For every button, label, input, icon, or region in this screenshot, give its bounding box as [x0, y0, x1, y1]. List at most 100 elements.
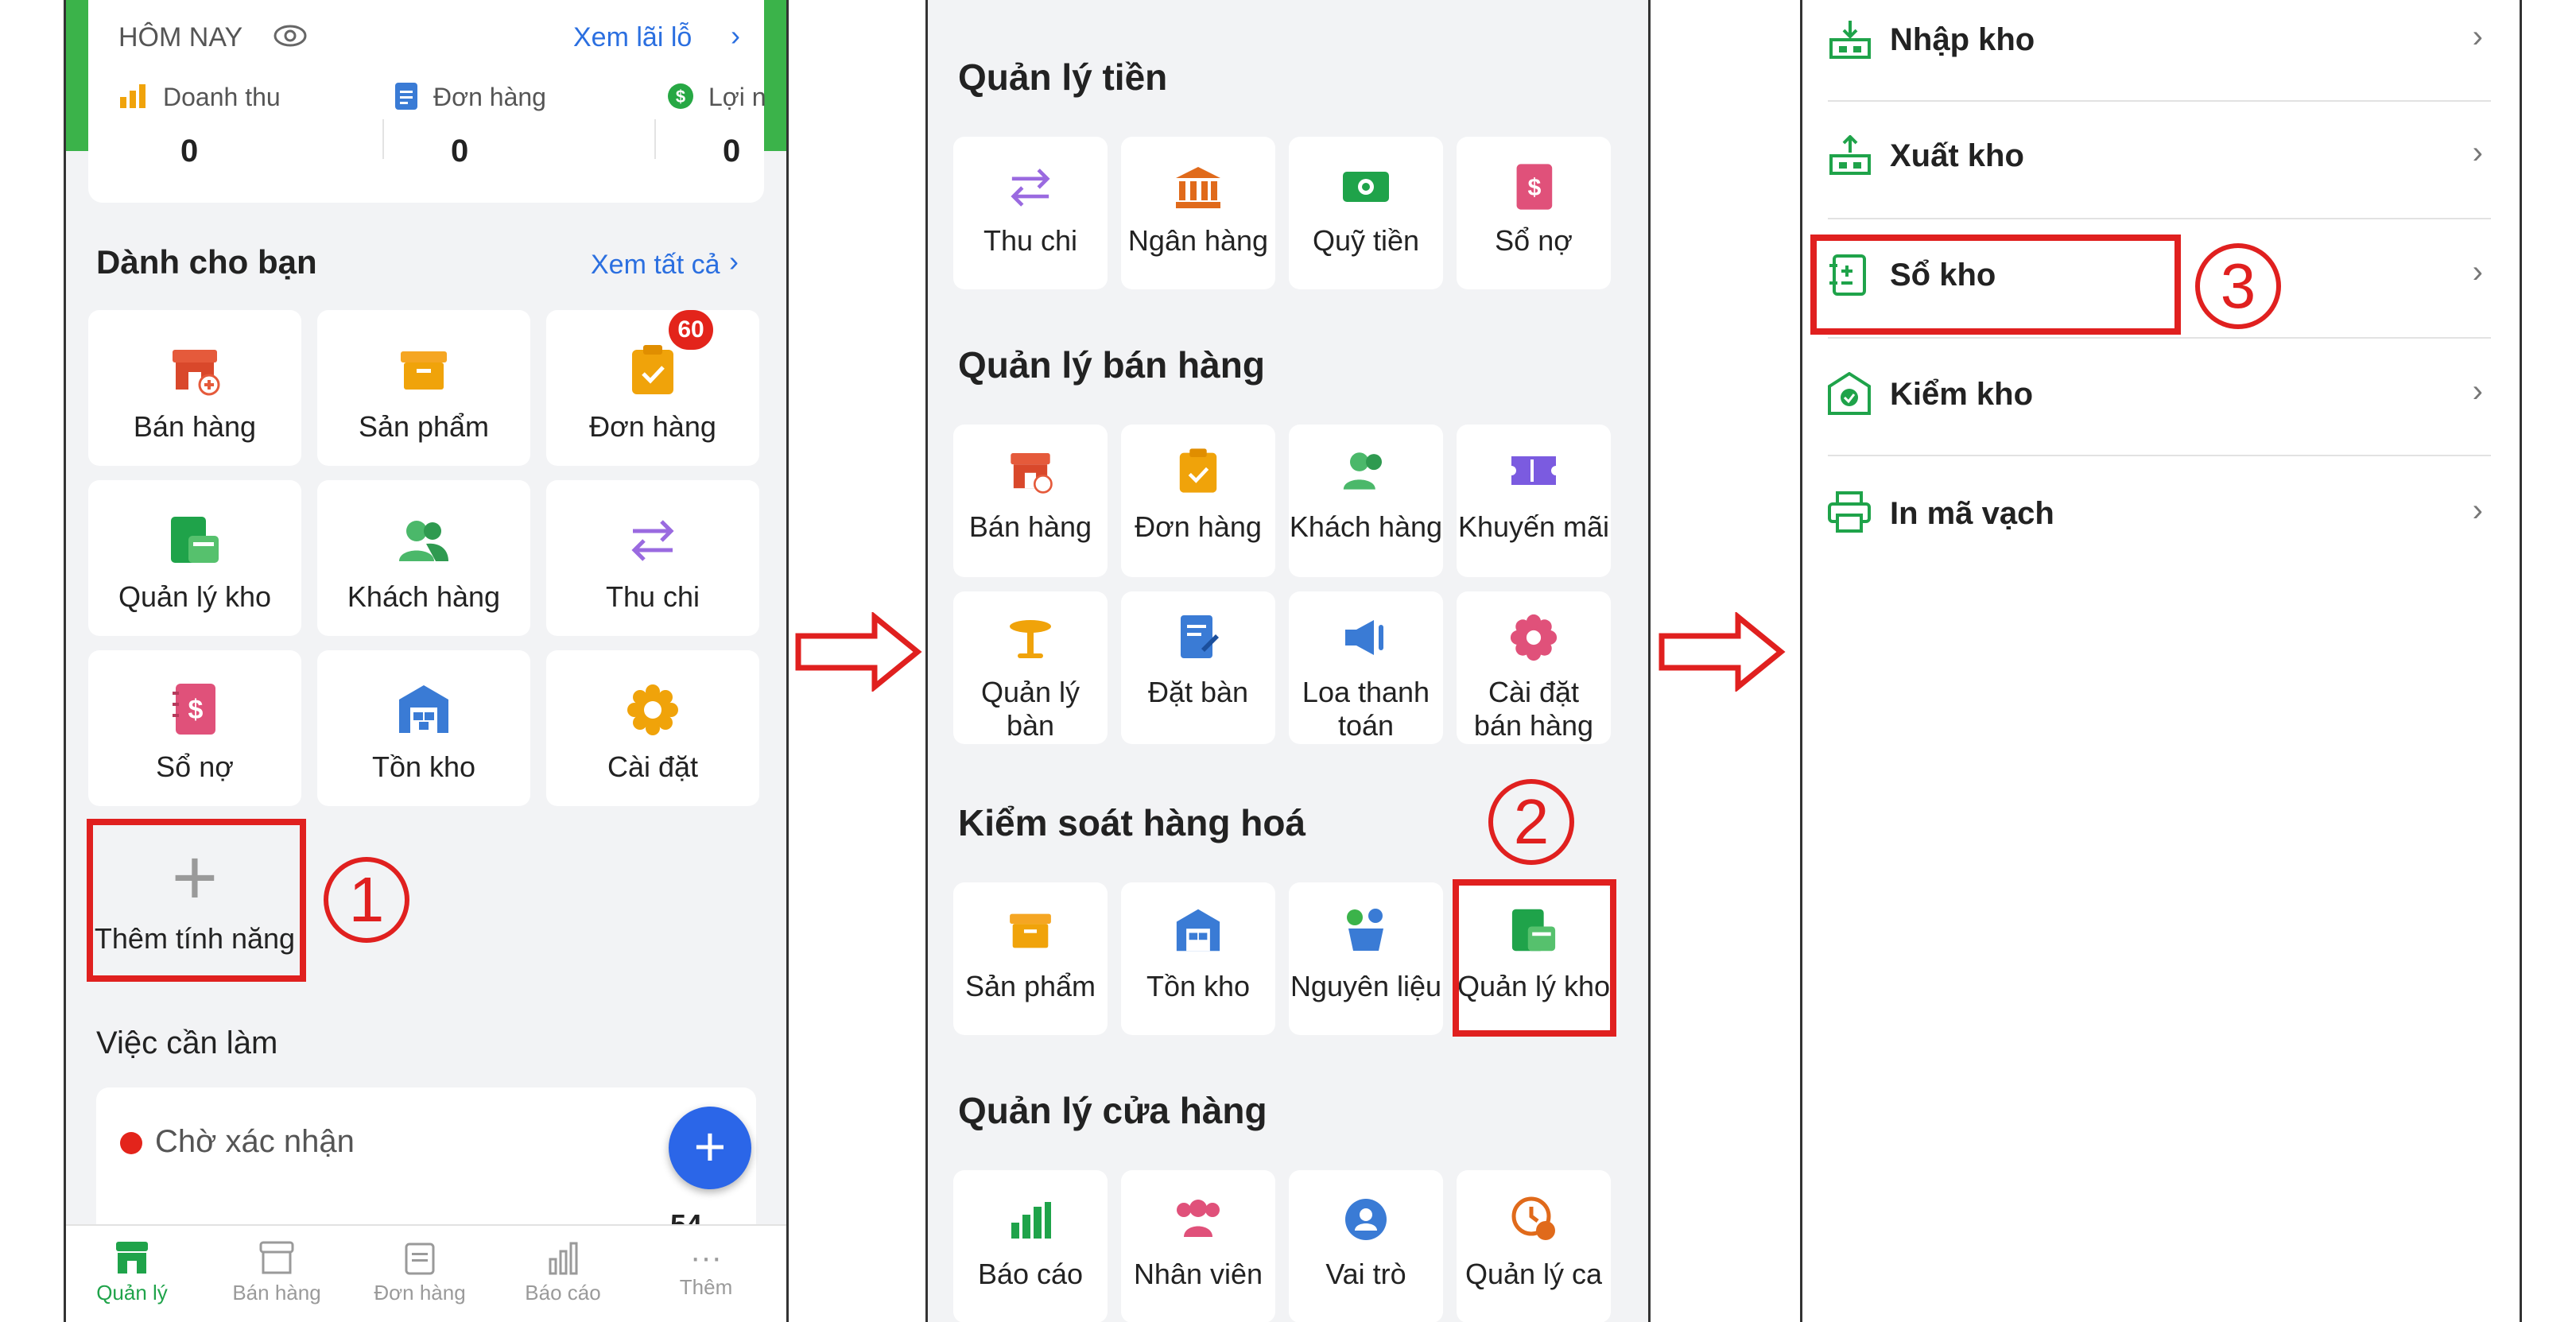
- panel-home: HÔM NAY Xem lãi lỗ › Doanh thu 0 Đơn hàn…: [64, 0, 789, 1322]
- tile-label: Sổ nợ: [1495, 224, 1573, 257]
- tile-debt[interactable]: $ Sổ nợ: [88, 650, 301, 806]
- tile-orders[interactable]: Đơn hàng: [1121, 425, 1275, 577]
- product-box-icon: [401, 351, 447, 390]
- tile-shifts[interactable]: Quản lý ca: [1457, 1170, 1611, 1322]
- nav-manage[interactable]: Quản lý: [72, 1240, 192, 1305]
- printer-icon: [1828, 491, 1871, 533]
- tile-debt[interactable]: $ Sổ nợ: [1457, 137, 1611, 289]
- tile-label: Quản lý kho: [118, 580, 272, 613]
- chevron-right-icon: ›: [2472, 254, 2483, 289]
- tile-label: Vai trò: [1325, 1258, 1406, 1290]
- flower-gear-icon: [1510, 614, 1558, 661]
- nav-label: Bán hàng: [232, 1281, 321, 1305]
- bank-icon: [1176, 167, 1220, 208]
- table-icon: [1010, 620, 1051, 658]
- menu-label: Kiểm kho: [1890, 377, 2034, 412]
- highlight-step-1: [87, 819, 306, 982]
- today-card: HÔM NAY Xem lãi lỗ › Doanh thu 0 Đơn hàn…: [88, 0, 766, 203]
- inventory-house-icon: [1176, 909, 1220, 952]
- tile-customers[interactable]: Khách hàng: [1289, 425, 1443, 577]
- tile-warehouse[interactable]: Quản lý kho: [88, 480, 301, 636]
- tile-reserve[interactable]: Đặt bàn: [1121, 591, 1275, 744]
- flow-arrow-right-icon: [1658, 612, 1786, 692]
- divider: [1828, 218, 2491, 219]
- order-doc-icon: [395, 83, 417, 110]
- view-profit-link[interactable]: Xem lãi lỗ: [573, 22, 692, 53]
- divider: [654, 119, 656, 159]
- eye-icon[interactable]: [273, 24, 308, 48]
- today-title: HÔM NAY: [118, 22, 243, 52]
- debt-book-icon: $: [173, 684, 215, 735]
- tile-label: Quản lý ca: [1465, 1258, 1603, 1290]
- stat-value-profit: 0: [723, 134, 741, 169]
- divider: [1828, 337, 2491, 339]
- tile-label: Đơn hàng: [1135, 510, 1262, 543]
- menu-item-stock-check[interactable]: Kiểm kho ›: [1802, 340, 2520, 458]
- tile-label: Tồn kho: [371, 750, 476, 783]
- highlight-step-3: [1810, 235, 2181, 335]
- tile-label: Đơn hàng: [589, 410, 716, 443]
- nav-more[interactable]: ··· Thêm: [646, 1240, 766, 1300]
- tile-inventory[interactable]: Tồn kho: [1121, 882, 1275, 1035]
- view-all-link[interactable]: Xem tất cả: [591, 250, 720, 281]
- tile-bank[interactable]: Ngân hàng: [1121, 137, 1275, 289]
- section-title-store: Quản lý cửa hàng: [958, 1090, 1267, 1131]
- ticket-icon: [1511, 456, 1556, 485]
- menu-item-barcode-print[interactable]: In mã vạch ›: [1802, 459, 2520, 577]
- tile-inventory[interactable]: Tồn kho: [317, 650, 530, 806]
- tile-cash-fund[interactable]: Quỹ tiền: [1289, 137, 1443, 289]
- stat-value-orders: 0: [451, 134, 469, 169]
- tile-promotions[interactable]: Khuyến mãi: [1457, 425, 1611, 577]
- tile-products[interactable]: Sản phẩm: [317, 310, 530, 466]
- bar-chart-outline-icon: [549, 1242, 578, 1275]
- tile-table-manage[interactable]: Quản lý bàn: [953, 591, 1108, 744]
- shift-icon: [1511, 1196, 1555, 1240]
- import-warehouse-icon: [1829, 21, 1871, 59]
- nav-orders[interactable]: Đơn hàng: [360, 1240, 479, 1305]
- stat-label-revenue: Doanh thu: [163, 83, 281, 111]
- staff-icon: [1177, 1200, 1220, 1237]
- clipboard-check-icon: [632, 345, 673, 394]
- profit-dollar-icon: $: [668, 83, 693, 109]
- svg-text:$: $: [676, 87, 685, 107]
- tile-roles[interactable]: Vai trò: [1289, 1170, 1443, 1322]
- customers-icon: [399, 521, 448, 561]
- role-badge-icon: [1345, 1199, 1387, 1240]
- tile-label: Loa thanh toán: [1302, 676, 1430, 742]
- manage-house-icon: [116, 1242, 148, 1274]
- order-count-badge: 60: [669, 310, 713, 350]
- tile-settings[interactable]: Cài đặt: [546, 650, 759, 806]
- tile-products[interactable]: Sản phẩm: [953, 882, 1108, 1035]
- tile-label: Quản lý bàn: [980, 676, 1080, 742]
- chevron-right-icon[interactable]: ›: [729, 245, 739, 278]
- nav-sales[interactable]: Bán hàng: [217, 1240, 336, 1305]
- todo-item-pending[interactable]: Chờ xác nhận: [155, 1124, 355, 1160]
- tile-reports[interactable]: Báo cáo: [953, 1170, 1108, 1322]
- tile-sales-settings[interactable]: Cài đặt bán hàng: [1457, 591, 1611, 744]
- menu-item-import[interactable]: Nhập kho ›: [1802, 0, 2520, 102]
- store-icon: [173, 350, 220, 396]
- section-title-goods: Kiểm soát hàng hoá: [958, 802, 1306, 843]
- tile-sales[interactable]: Bán hàng: [88, 310, 301, 466]
- tile-label: Khuyến mãi: [1457, 510, 1610, 543]
- chevron-right-icon: ›: [2472, 493, 2483, 528]
- tile-customers[interactable]: Khách hàng: [317, 480, 530, 636]
- nav-reports[interactable]: Báo cáo: [503, 1240, 623, 1305]
- tile-orders[interactable]: 60 Đơn hàng: [546, 310, 759, 466]
- tile-income-expense[interactable]: Thu chi: [546, 480, 759, 636]
- tile-label: Bán hàng: [133, 410, 257, 443]
- export-warehouse-icon: [1829, 135, 1871, 175]
- tile-label: Sổ nợ: [156, 750, 234, 783]
- tile-payment-speaker[interactable]: Loa thanh toán: [1289, 591, 1443, 744]
- tile-sales[interactable]: Bán hàng: [953, 425, 1108, 577]
- tile-income-expense[interactable]: Thu chi: [953, 137, 1108, 289]
- fab-add-button[interactable]: +: [669, 1107, 751, 1189]
- chevron-right-icon[interactable]: ›: [731, 19, 740, 52]
- divider: [382, 119, 384, 159]
- nav-label: Báo cáo: [525, 1281, 601, 1305]
- report-chart-icon: [1011, 1202, 1051, 1239]
- tile-ingredients[interactable]: Nguyên liệu: [1289, 882, 1443, 1035]
- menu-item-export[interactable]: Xuất kho ›: [1802, 103, 2520, 221]
- tile-label: Ngân hàng: [1127, 224, 1269, 257]
- tile-staff[interactable]: Nhân viên: [1121, 1170, 1275, 1322]
